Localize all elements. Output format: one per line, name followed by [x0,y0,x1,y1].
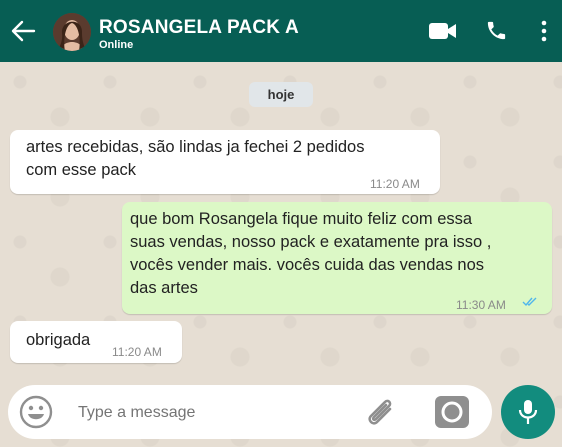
message-time: 11:20 AM [370,177,420,191]
message-text-line: que bom Rosangela fique muito feliz com … [130,210,473,228]
contact-name[interactable]: ROSANGELA PACK A [99,17,299,39]
message-text-line: das artes [130,279,198,297]
video-call-icon[interactable] [428,21,458,41]
chat-header: ROSANGELA PACK A Online [0,0,562,62]
message-time: 11:30 AM [456,298,506,312]
menu-dots-icon[interactable] [539,20,549,42]
camera-icon[interactable] [434,395,470,429]
message-text-line: suas vendas, nosso pack e exatamente pra… [130,233,492,251]
avatar[interactable] [53,13,91,51]
message-text-line: artes recebidas, são lindas ja fechei 2 … [26,138,365,156]
message-outgoing[interactable]: que bom Rosangela fique muito feliz com … [122,202,552,314]
message-text-line: com esse pack [26,161,137,179]
message-text-line: vocês vender mais. vocês cuida das venda… [130,256,485,274]
phone-icon[interactable] [485,19,508,42]
message-incoming[interactable]: artes recebidas, são lindas ja fechei 2 … [10,130,440,194]
message-time: 11:20 AM [112,345,162,359]
message-input[interactable] [76,398,350,428]
message-incoming[interactable]: obrigada 11:20 AM [10,321,182,363]
message-text-line: obrigada [26,331,91,349]
mic-icon [518,400,538,424]
attach-icon[interactable] [362,393,400,431]
contact-status: Online [99,39,134,51]
emoji-icon[interactable] [19,395,53,429]
back-arrow-icon[interactable] [10,18,36,44]
double-check-icon [522,297,537,307]
day-separator: hoje [249,82,313,107]
mic-button[interactable] [501,385,555,439]
